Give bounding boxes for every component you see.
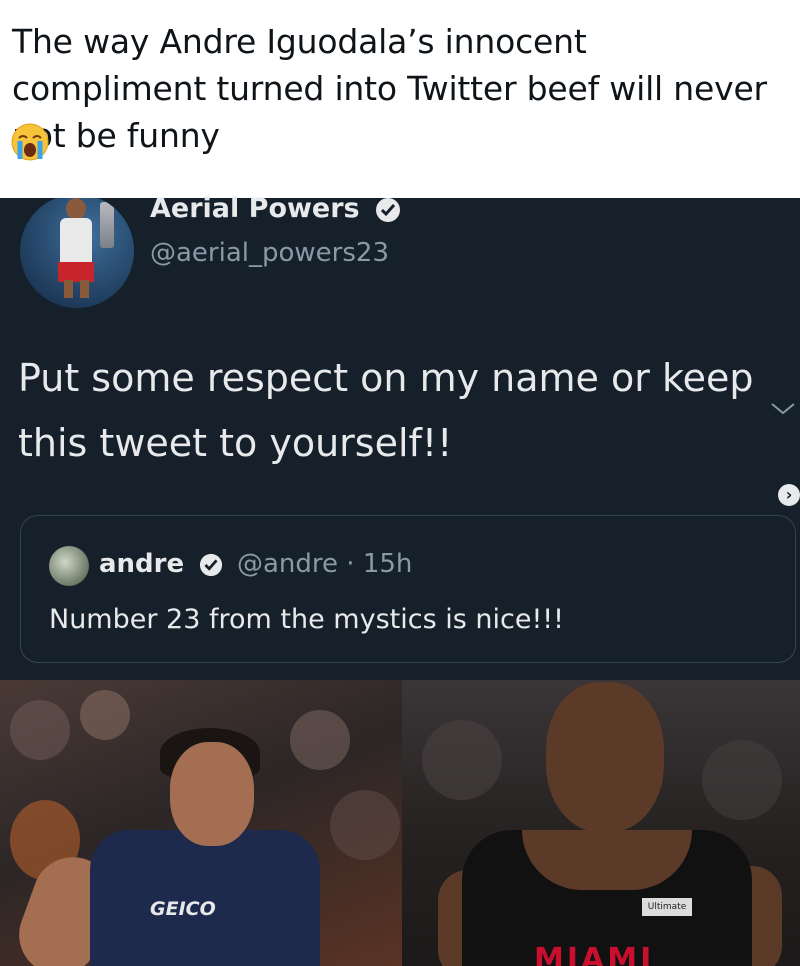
player-photo-right: Ultimate MIAMI bbox=[402, 680, 800, 966]
display-name[interactable]: andre bbox=[99, 549, 184, 579]
scroll-arrow-icon[interactable]: › bbox=[778, 484, 800, 506]
quoted-text: Number 23 from the mystics is nice!!! bbox=[49, 604, 564, 635]
avatar[interactable] bbox=[20, 198, 134, 308]
quoted-handle-time[interactable]: @andre · 15h bbox=[237, 549, 412, 579]
crying-face-emoji-icon bbox=[11, 123, 49, 161]
post-caption: The way Andre Iguodala’s innocent compli… bbox=[12, 22, 767, 155]
avatar[interactable] bbox=[49, 546, 89, 586]
verified-badge-icon bbox=[376, 197, 401, 222]
quoted-author[interactable]: andre bbox=[99, 549, 223, 579]
photo-collage: GEICO Ultimate MIAMI bbox=[0, 680, 800, 966]
verified-badge-icon bbox=[200, 553, 223, 576]
tweet-author-name[interactable]: Aerial Powers bbox=[150, 193, 401, 224]
jersey-tag-text: Ultimate bbox=[642, 898, 692, 916]
quoted-tweet[interactable]: andre @andre · 15h Number 23 from the my… bbox=[20, 515, 796, 663]
tweet-text: Put some respect on my name or keep this… bbox=[18, 356, 754, 465]
tweet-handle[interactable]: @aerial_powers23 bbox=[150, 238, 389, 268]
display-name[interactable]: Aerial Powers bbox=[150, 193, 360, 224]
player-photo-left: GEICO bbox=[0, 680, 402, 966]
jersey-sponsor-text: GEICO bbox=[150, 898, 216, 920]
jersey-team-text: MIAMI bbox=[534, 942, 655, 966]
